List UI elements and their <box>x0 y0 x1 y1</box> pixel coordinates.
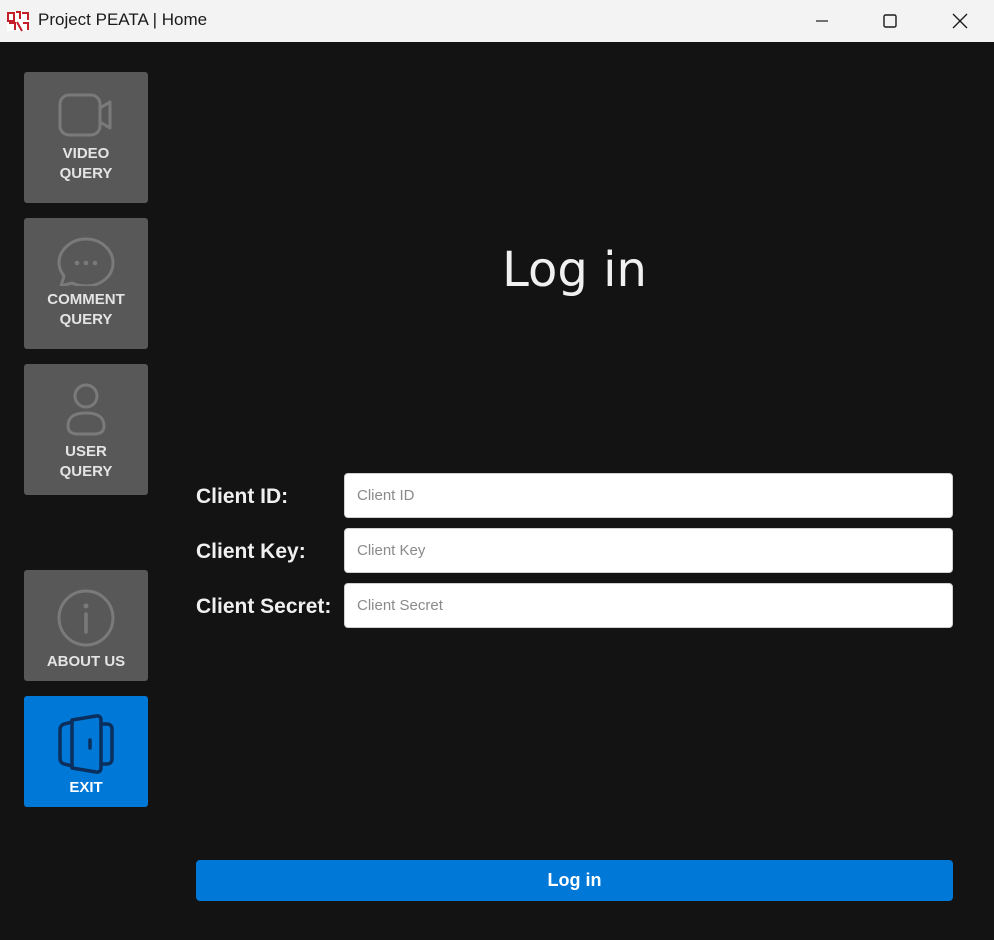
main-window: VIDEO QUERY COMMENT QUERY USER QUERY ABO… <box>0 42 994 940</box>
client-id-input[interactable] <box>344 473 953 518</box>
exit-door-icon <box>58 714 114 774</box>
sidebar-item-label: USER QUERY <box>59 443 113 480</box>
minimize-button[interactable] <box>792 0 852 42</box>
sidebar-item-user-query[interactable]: USER QUERY <box>24 364 148 495</box>
sidebar-item-label: EXIT <box>69 779 103 796</box>
client-id-label: Client ID: <box>196 485 289 508</box>
sidebar-item-exit[interactable]: EXIT <box>24 696 148 807</box>
sidebar-item-about-us[interactable]: ABOUT US <box>24 570 148 681</box>
close-icon <box>952 13 968 29</box>
peata-logo-icon <box>7 11 29 32</box>
user-icon <box>66 383 106 436</box>
video-camera-icon <box>58 93 112 137</box>
maximize-icon <box>883 14 897 28</box>
client-key-label: Client Key: <box>196 540 306 563</box>
sidebar-item-label: COMMENT QUERY <box>47 291 125 328</box>
title-bar: Project PEATA | Home <box>0 0 994 42</box>
close-button[interactable] <box>930 0 990 42</box>
sidebar-item-video-query[interactable]: VIDEO QUERY <box>24 72 148 203</box>
client-secret-input[interactable] <box>344 583 953 628</box>
info-icon <box>57 589 115 647</box>
login-button[interactable]: Log in <box>196 860 953 901</box>
sidebar-item-comment-query[interactable]: COMMENT QUERY <box>24 218 148 349</box>
client-secret-label: Client Secret: <box>196 595 332 618</box>
comment-bubble-icon <box>57 237 115 286</box>
sidebar-item-label: ABOUT US <box>46 653 126 670</box>
sidebar-item-label: VIDEO QUERY <box>59 145 113 182</box>
client-key-input[interactable] <box>344 528 953 573</box>
maximize-button[interactable] <box>860 0 920 42</box>
minimize-icon <box>816 20 828 22</box>
window-title: Project PEATA | Home <box>38 10 208 29</box>
page-title: Log in <box>502 242 647 298</box>
